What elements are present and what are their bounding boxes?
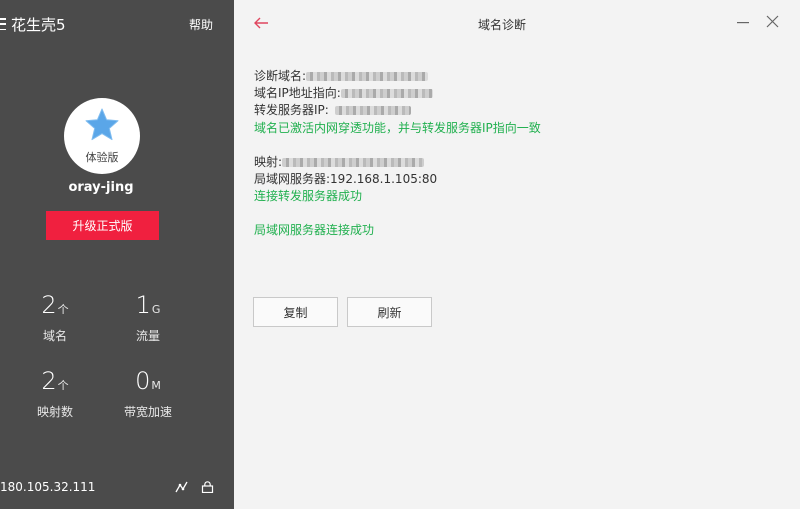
lan-server-row: 局域网服务器:192.168.1.105:80: [254, 170, 437, 187]
mapping-row: 映射:: [254, 153, 425, 170]
copy-button[interactable]: 复制: [253, 297, 338, 327]
stat-value: 0: [135, 367, 151, 395]
stat-label: 映射数: [36, 405, 73, 419]
stat-unit: G: [151, 303, 161, 316]
stat-label: 带宽加速: [123, 405, 172, 419]
help-link[interactable]: 帮助: [189, 16, 213, 33]
upgrade-button[interactable]: 升级正式版: [46, 211, 159, 240]
lock-icon[interactable]: [201, 481, 214, 493]
redacted-mapping: [282, 158, 425, 167]
network-icon[interactable]: [175, 481, 188, 493]
lan-server-value: 192.168.1.105:80: [330, 172, 438, 186]
diag-domain-label: 诊断域名:: [254, 69, 307, 83]
close-icon[interactable]: [766, 15, 779, 28]
refresh-button[interactable]: 刷新: [347, 297, 432, 327]
app-window: 花生壳5 帮助 体验版 oray-jing 升级正式版 2个 域名 1G 流量 …: [0, 0, 800, 509]
forward-connect-status: 连接转发服务器成功: [254, 189, 363, 203]
stat-traffic: 1G 流量: [113, 291, 183, 344]
stat-unit: 个: [57, 303, 69, 316]
domain-ip-label: 域名IP地址指向:: [254, 86, 341, 100]
brand: 花生壳5: [0, 14, 66, 34]
stat-label: 流量: [135, 329, 160, 343]
diag-domain-row: 诊断域名:: [254, 67, 429, 84]
public-ip: 180.105.32.111: [0, 480, 96, 494]
stat-value: 2: [41, 367, 57, 395]
username: oray-jing: [68, 180, 134, 195]
lan-server-label: 局域网服务器:: [254, 172, 331, 186]
page-title: 域名诊断: [477, 18, 526, 32]
stat-bandwidth: 0M 带宽加速: [113, 367, 183, 420]
stat-value: 2: [41, 291, 57, 319]
stat-mappings: 2个 映射数: [20, 367, 90, 420]
redacted-forward-ip: [334, 106, 411, 115]
mapping-label: 映射:: [254, 155, 283, 169]
app-title: 花生壳5: [11, 15, 66, 34]
lan-connect-status: 局域网服务器连接成功: [254, 223, 375, 237]
penetration-status: 域名已激活内网穿透功能，并与转发服务器IP指向一致: [254, 121, 541, 135]
stat-unit: M: [151, 379, 161, 392]
star-icon: [85, 108, 119, 141]
edition-label: 体验版: [85, 151, 119, 164]
minimize-icon[interactable]: [737, 22, 749, 24]
menu-icon[interactable]: [0, 18, 6, 30]
sidebar: 花生壳5 帮助 体验版 oray-jing 升级正式版 2个 域名 1G 流量 …: [0, 0, 234, 509]
forward-ip-label: 转发服务器IP:: [254, 103, 329, 117]
domain-ip-row: 域名IP地址指向:: [254, 84, 433, 101]
redacted-ip: [340, 89, 433, 98]
forward-ip-row: 转发服务器IP:: [254, 101, 411, 118]
main-panel: 域名诊断 诊断域名: 域名IP地址指向: 转发服务器IP: 域名已激活内网穿透功…: [234, 0, 800, 509]
stat-domains: 2个 域名: [20, 291, 90, 344]
stat-unit: 个: [57, 379, 69, 392]
avatar: 体验版: [64, 98, 140, 174]
stat-value: 1: [135, 291, 151, 319]
stat-label: 域名: [42, 329, 67, 343]
redacted-domain: [306, 72, 429, 81]
